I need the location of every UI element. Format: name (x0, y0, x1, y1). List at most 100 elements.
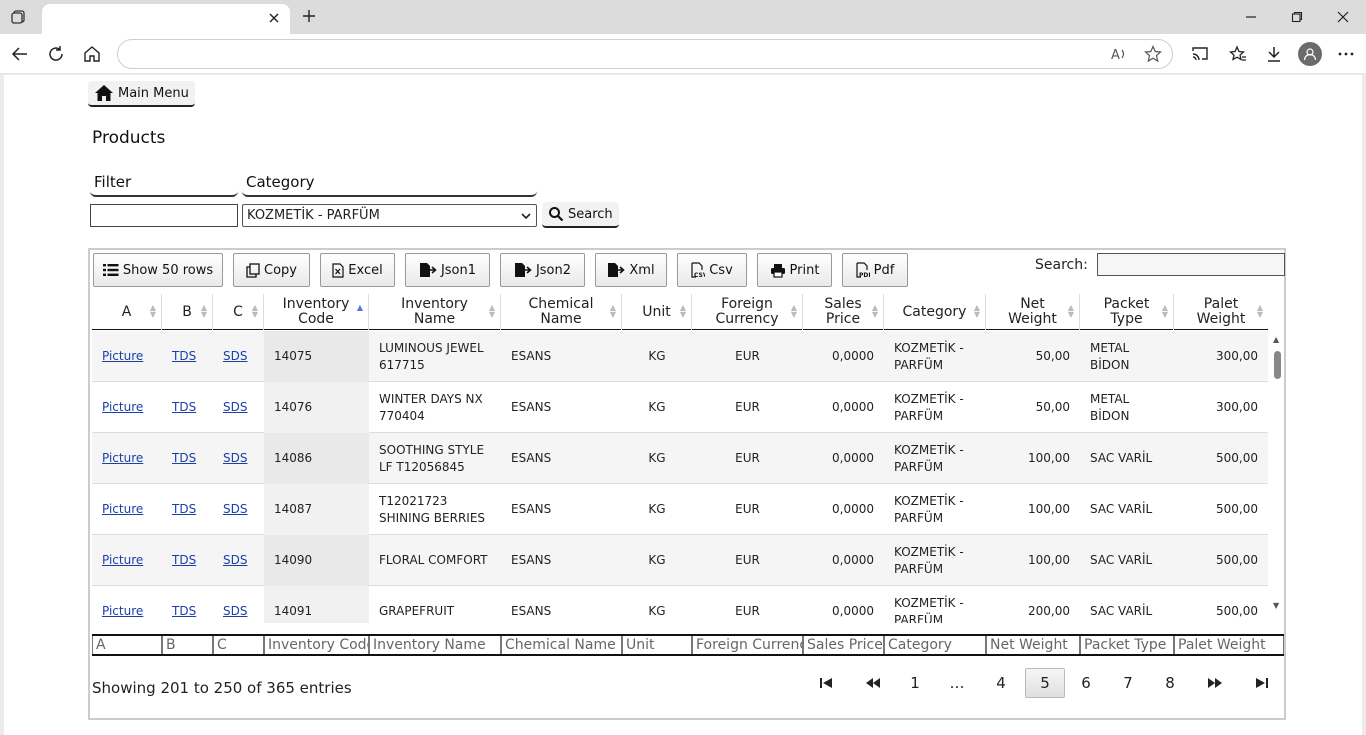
scroll-down-arrow-icon[interactable]: ▼ (1273, 601, 1279, 610)
minimize-icon[interactable] (1238, 6, 1264, 28)
xml-button[interactable]: Xml (595, 253, 667, 287)
print-button[interactable]: Print (757, 253, 832, 287)
favorites-icon[interactable] (1226, 42, 1250, 66)
tds-link[interactable]: TDS (172, 348, 196, 365)
footer-filter-sales-price[interactable]: Sales Price (803, 636, 884, 654)
last-page-icon[interactable] (1248, 668, 1276, 698)
column-header-chemical-name[interactable]: Chemical Name ▲ ▼ (501, 294, 622, 330)
table-scrollbar[interactable]: ▲ ▼ (1270, 331, 1284, 623)
next-page-icon[interactable] (1200, 668, 1230, 698)
picture-link-cell: Picture (92, 535, 162, 586)
table-search-input[interactable] (1097, 253, 1285, 276)
picture-link[interactable]: Picture (102, 450, 143, 467)
footer-filter-inventory-code[interactable]: Inventory Code (264, 636, 369, 654)
address-bar[interactable]: A (117, 39, 1173, 69)
excel-button[interactable]: Excel (320, 253, 395, 287)
previous-page-icon[interactable] (858, 668, 888, 698)
close-window-icon[interactable] (1330, 6, 1356, 28)
page-link-1[interactable]: 1 (900, 668, 930, 698)
currency-cell: EUR (735, 400, 760, 414)
close-tab-icon[interactable] (264, 8, 284, 28)
picture-link[interactable]: Picture (102, 501, 143, 518)
footer-filter-inventory-name[interactable]: Inventory Name (369, 636, 501, 654)
scrollbar-thumb[interactable] (1274, 351, 1281, 379)
show-rows-button[interactable]: Show 50 rows (93, 253, 223, 287)
back-icon[interactable] (8, 42, 32, 66)
tds-link[interactable]: TDS (172, 603, 196, 620)
sales-price-cell: 0,0000 (832, 451, 874, 465)
first-page-icon[interactable] (812, 668, 840, 698)
favorite-star-icon[interactable] (1144, 45, 1162, 67)
profile-avatar-icon[interactable] (1298, 42, 1322, 66)
footer-filter-palet-weight[interactable]: Palet Weight (1174, 636, 1284, 654)
filter-input[interactable] (90, 204, 238, 227)
footer-filter-chemical-name[interactable]: Chemical Name (501, 636, 622, 654)
picture-link[interactable]: Picture (102, 603, 143, 620)
footer-filter-c[interactable]: C (213, 636, 264, 654)
footer-filter-a[interactable]: A (92, 636, 162, 654)
column-header-foreign-currency[interactable]: Foreign Currency ▲ ▼ (692, 294, 803, 330)
tds-link[interactable]: TDS (172, 501, 196, 518)
footer-filter-packet-type[interactable]: Packet Type (1080, 636, 1174, 654)
search-button[interactable]: Search (542, 202, 619, 228)
page-link-8[interactable]: 8 (1155, 668, 1185, 698)
page-link-5-current[interactable]: 5 (1025, 668, 1065, 698)
category-cell: KOZMETİK - PARFÜM (894, 442, 964, 474)
scroll-up-arrow-icon[interactable]: ▲ (1273, 335, 1279, 344)
reload-icon[interactable] (44, 42, 68, 66)
pdf-button[interactable]: PDF Pdf (842, 253, 908, 287)
picture-link[interactable]: Picture (102, 552, 143, 569)
print-label: Print (789, 262, 820, 278)
sds-link[interactable]: SDS (223, 399, 247, 416)
footer-filter-b[interactable]: B (162, 636, 213, 654)
main-menu-button[interactable]: Main Menu (88, 81, 195, 107)
column-header-category[interactable]: Category ▲ ▼ (884, 294, 986, 330)
json1-button[interactable]: Json1 (405, 253, 490, 287)
page-link-6[interactable]: 6 (1071, 668, 1101, 698)
json2-button[interactable]: Json2 (500, 253, 585, 287)
tds-link[interactable]: TDS (172, 450, 196, 467)
page-link-4[interactable]: 4 (986, 668, 1016, 698)
packet-type-cell: METAL BİDON (1090, 391, 1130, 423)
workspaces-icon[interactable] (8, 6, 30, 28)
page-link-7[interactable]: 7 (1113, 668, 1143, 698)
csv-button[interactable]: CSV Csv (677, 253, 747, 287)
pdf-file-icon: PDF (856, 262, 870, 278)
column-header-packet-type[interactable]: Packet Type ▲ ▼ (1080, 294, 1174, 330)
json1-label: Json1 (440, 262, 477, 278)
column-header-inventory-name[interactable]: Inventory Name ▲ ▼ (369, 294, 501, 330)
column-header-inventory-code[interactable]: Inventory Code ▲ ▼ (264, 294, 369, 330)
column-header-net-weight[interactable]: Net Weight ▲ ▼ (986, 294, 1080, 330)
tds-link[interactable]: TDS (172, 552, 196, 569)
column-header-b[interactable]: B ▲ ▼ (162, 294, 213, 330)
new-tab-icon[interactable] (298, 5, 320, 27)
copy-button[interactable]: Copy (233, 253, 310, 287)
browser-tab[interactable] (42, 4, 290, 34)
tds-link-cell: TDS (162, 382, 213, 433)
footer-filter-net-weight[interactable]: Net Weight (986, 636, 1080, 654)
picture-link[interactable]: Picture (102, 348, 143, 365)
sds-link[interactable]: SDS (223, 552, 247, 569)
restore-icon[interactable] (1284, 6, 1310, 28)
sds-link[interactable]: SDS (223, 501, 247, 518)
column-header-unit[interactable]: Unit ▲ ▼ (622, 294, 692, 330)
footer-filter-foreign-currency[interactable]: Foreign Currency (692, 636, 803, 654)
sds-link[interactable]: SDS (223, 450, 247, 467)
cast-icon[interactable] (1188, 42, 1212, 66)
column-header-a[interactable]: A ▲ ▼ (92, 294, 162, 330)
category-select[interactable]: KOZMETİK - PARFÜM (242, 204, 537, 227)
downloads-icon[interactable] (1262, 42, 1286, 66)
column-header-palet-weight[interactable]: Palet Weight ▲ ▼ (1174, 294, 1268, 330)
home-icon[interactable] (80, 42, 104, 66)
footer-filter-unit[interactable]: Unit (622, 636, 692, 654)
read-aloud-icon[interactable]: A (1110, 45, 1128, 67)
tds-link[interactable]: TDS (172, 399, 196, 416)
column-header-sales-price[interactable]: Sales Price ▲ ▼ (803, 294, 884, 330)
sds-link[interactable]: SDS (223, 348, 247, 365)
footer-filter-category[interactable]: Category (884, 636, 986, 654)
chemical-name-cell: ESANS (511, 451, 552, 465)
sds-link[interactable]: SDS (223, 603, 247, 620)
column-header-c[interactable]: C ▲ ▼ (213, 294, 264, 330)
more-menu-icon[interactable] (1334, 42, 1358, 66)
picture-link[interactable]: Picture (102, 399, 143, 416)
